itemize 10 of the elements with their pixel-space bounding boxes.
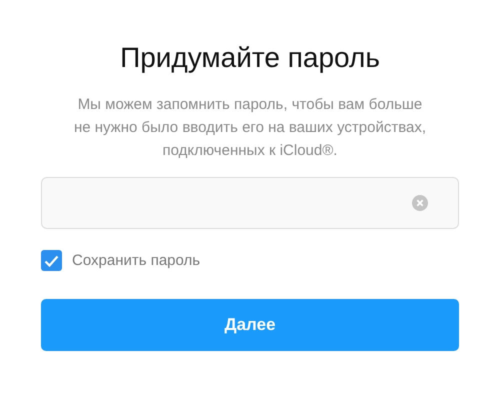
description-text: не нужно было вводить его на ваших устройствах, [74, 118, 426, 138]
save-password-checkbox[interactable] [41, 250, 62, 271]
next-button[interactable]: Далее [41, 299, 459, 351]
page-title: Придумайте пароль [120, 42, 380, 74]
checkmark-icon [44, 254, 59, 266]
clear-icon[interactable] [412, 195, 428, 211]
save-password-label: Сохранить пароль [72, 252, 200, 269]
description-text: Мы можем запомнить пароль, чтобы вам больше [78, 95, 422, 115]
description-text: подключенных к iCloud®. [162, 141, 338, 161]
password-field[interactable] [41, 177, 459, 229]
